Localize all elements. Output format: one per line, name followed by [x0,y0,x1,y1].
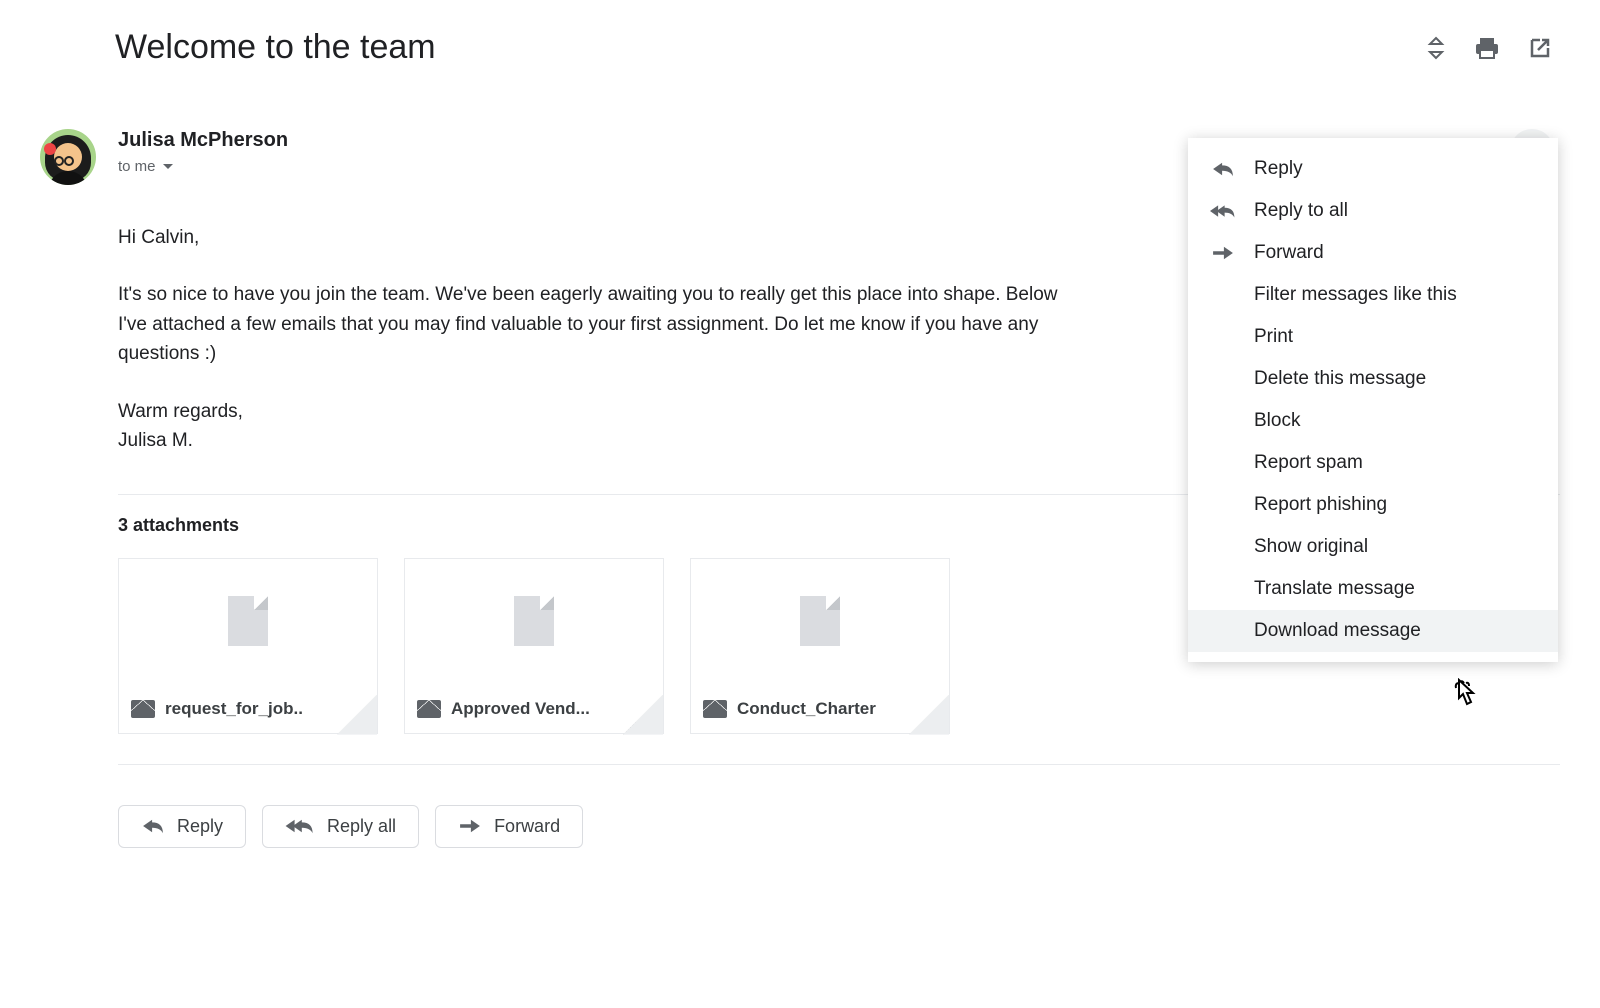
reply-all-label: Reply all [327,816,396,837]
reply-all-icon [1210,202,1236,220]
forward-button[interactable]: Forward [435,805,583,848]
email-attachment-icon [131,700,155,718]
open-new-window-icon[interactable] [1528,36,1552,60]
menu-label: Show original [1254,536,1368,558]
attachment-filename: request_for_job.. [165,699,303,719]
sender-name: Julisa McPherson [118,129,1331,152]
email-attachment-icon [417,700,441,718]
menu-print[interactable]: ·Print [1188,316,1558,358]
menu-label: Translate message [1254,578,1415,600]
menu-delete-message[interactable]: ·Delete this message [1188,358,1558,400]
forward-icon [1211,244,1235,262]
attachment-card[interactable]: request_for_job.. [118,558,378,734]
attachment-card[interactable]: Conduct_Charter [690,558,950,734]
menu-label: Delete this message [1254,368,1426,390]
menu-report-phishing[interactable]: ·Report phishing [1188,484,1558,526]
reply-label: Reply [177,816,223,837]
menu-forward[interactable]: Forward [1188,232,1558,274]
more-options-menu: Reply Reply to all Forward ·Filter messa… [1188,138,1558,662]
sender-avatar[interactable] [40,129,96,185]
fold-corner-icon [623,695,663,735]
menu-label: Block [1254,410,1300,432]
menu-label: Filter messages like this [1254,284,1457,306]
menu-label: Reply [1254,158,1303,180]
forward-label: Forward [494,816,560,837]
reply-all-icon [285,817,315,835]
recipient-dropdown[interactable]: to me [118,158,1331,175]
body-signoff: Warm regards, [118,401,243,422]
recipient-label: to me [118,158,156,175]
body-signature: Julisa M. [118,430,193,451]
menu-show-original[interactable]: ·Show original [1188,526,1558,568]
menu-reply[interactable]: Reply [1188,148,1558,190]
fold-corner-icon [337,695,377,735]
attachment-filename: Conduct_Charter [737,699,876,719]
attachment-filename: Approved Vend... [451,699,590,719]
menu-translate[interactable]: ·Translate message [1188,568,1558,610]
reply-icon [1211,160,1235,178]
menu-label: Forward [1254,242,1324,264]
body-greeting: Hi Calvin, [118,223,1078,252]
email-body: Hi Calvin, It's so nice to have you join… [118,223,1078,456]
menu-download-message[interactable]: ·Download message [1188,610,1558,652]
menu-block[interactable]: ·Block [1188,400,1558,442]
menu-label: Reply to all [1254,200,1348,222]
expand-collapse-icon[interactable] [1426,36,1446,60]
email-attachment-icon [703,700,727,718]
chevron-down-icon [162,163,174,171]
print-icon[interactable] [1474,36,1500,60]
attachment-card[interactable]: Approved Vend... [404,558,664,734]
menu-label: Print [1254,326,1293,348]
menu-label: Report phishing [1254,494,1387,516]
menu-label: Download message [1254,620,1421,642]
divider [118,764,1560,765]
menu-label: Report spam [1254,452,1363,474]
menu-report-spam[interactable]: ·Report spam [1188,442,1558,484]
forward-icon [458,817,482,835]
cursor-icon [1450,678,1480,712]
reply-all-button[interactable]: Reply all [262,805,419,848]
menu-reply-all[interactable]: Reply to all [1188,190,1558,232]
email-subject: Welcome to the team [115,28,1426,67]
reply-button[interactable]: Reply [118,805,246,848]
menu-filter-messages[interactable]: ·Filter messages like this [1188,274,1558,316]
body-main: It's so nice to have you join the team. … [118,280,1078,368]
fold-corner-icon [909,695,949,735]
reply-icon [141,817,165,835]
